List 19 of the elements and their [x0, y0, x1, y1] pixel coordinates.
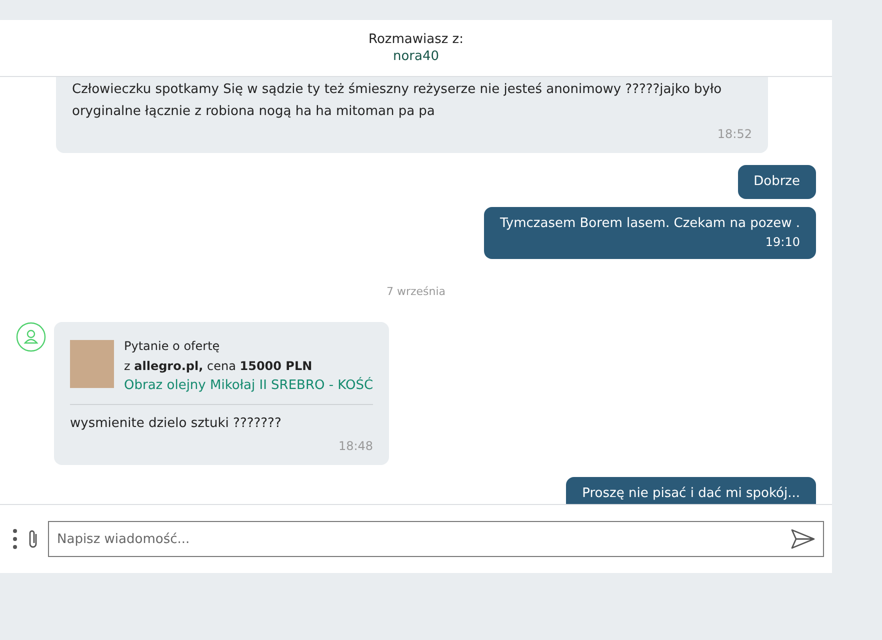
- message-time: 19:10: [765, 234, 800, 251]
- message-text: wysmienite dzielo sztuki ???????: [70, 415, 282, 433]
- message-text: Człowieczku spotkamy Się w sądzie ty też śmieszny reżyserze nie jesteś anonimowy ?????jajko było oryginalne łącznie z robiona nogą ha ha mitoman pa pa: [72, 81, 723, 121]
- offer-title: Pytanie o ofertę: [124, 338, 221, 355]
- message-text: Tymczasem Borem lasem. Czekam na pozew .: [500, 215, 800, 233]
- message-text: Proszę nie pisać i dać mi spokój...: [582, 485, 800, 503]
- photo-placeholder: [70, 340, 114, 388]
- message-input-field[interactable]: Napisz wiadomość...: [48, 521, 824, 557]
- username: nora40: [392, 49, 440, 64]
- message-time: 18:48: [337, 438, 374, 455]
- message-text: Dobrze: [754, 173, 800, 191]
- offer-link[interactable]: Obraz olejny Mikołaj II SREBRO - KOŚĆ: [124, 376, 374, 396]
- message-time: 18:52: [716, 126, 752, 143]
- user-avatar-icon: [16, 322, 46, 352]
- more-menu-button[interactable]: [12, 528, 18, 550]
- header-label: Rozmawiasz z:: [368, 32, 464, 47]
- date-separator: 7 września: [386, 285, 446, 298]
- send-button[interactable]: [790, 528, 816, 550]
- offer-source: z allegro.pl, cena 15000 PLN: [124, 358, 314, 375]
